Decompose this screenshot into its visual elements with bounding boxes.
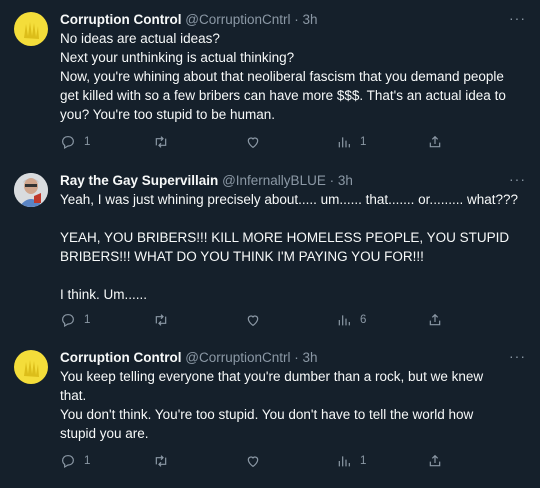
views-button[interactable]: 1 [336,452,366,470]
retweet-button[interactable] [153,311,177,329]
reply-count: 1 [84,136,91,148]
tweet-line: get killed with so a few bribers can hav… [60,88,506,103]
share-icon [429,313,441,326]
author-handle[interactable]: @CorruptionCntrl [185,350,290,365]
tweet-line: BRIBERS!!! WHAT DO YOU THINK I'M PAYING … [60,249,424,264]
tweet-header: Ray the Gay Supervillain @InfernallyBLUE… [60,173,500,189]
avatar-image [24,22,39,39]
more-options-icon[interactable]: ··· [509,348,526,364]
tweet-time[interactable]: · 3h [294,350,317,365]
like-button[interactable] [245,133,269,151]
retweet-icon [155,455,167,467]
tweet-actions: 1 1 [60,452,480,470]
tweet-time[interactable]: · 3h [330,173,353,188]
reply-button[interactable]: 1 [60,452,90,470]
retweet-icon [155,314,167,326]
tweet-line: that. [60,388,87,403]
share-button[interactable] [427,133,443,151]
tweet-time[interactable]: · 3h [294,12,317,27]
retweet-button[interactable] [153,133,177,151]
more-options-icon[interactable]: ··· [509,171,526,187]
avatar-image [24,360,39,377]
author-name[interactable]: Corruption Control [60,350,181,365]
retweet-button[interactable] [153,452,177,470]
tweet-line: stupid you are. [60,426,149,441]
tweet-line: Yeah, I was just whining precisely about… [60,192,518,207]
like-icon [247,315,259,327]
more-options-icon[interactable]: ··· [509,10,526,26]
like-icon [247,137,259,149]
views-icon [338,456,350,467]
share-button[interactable] [427,311,443,329]
reply-button[interactable]: 1 [60,133,90,151]
author-name[interactable]: Ray the Gay Supervillain [60,173,218,188]
tweet-text: You keep telling everyone that you're du… [60,367,526,443]
tweet-line: I think. Um...... [60,287,148,302]
views-count: 1 [360,455,367,467]
tweet-line: No ideas are actual ideas? [60,31,220,46]
avatar[interactable] [14,12,48,46]
share-icon [429,135,441,148]
tweet-line: YEAH, YOU BRIBERS!!! KILL MORE HOMELESS … [60,230,510,245]
reply-count: 1 [84,455,91,467]
share-button[interactable] [427,452,443,470]
views-icon [338,315,350,326]
views-count: 1 [360,136,367,148]
tweet-line: You keep telling everyone that you're du… [60,369,484,384]
retweet-icon [155,136,167,148]
share-icon [429,454,441,467]
tweet-header: Corruption Control @CorruptionCntrl · 3h [60,12,500,28]
avatar-image [14,173,48,207]
author-name[interactable]: Corruption Control [60,12,181,27]
views-button[interactable]: 6 [336,311,366,329]
tweet-header: Corruption Control @CorruptionCntrl · 3h [60,350,500,366]
reply-icon [62,455,74,469]
like-button[interactable] [245,311,269,329]
tweet-line: you? You're too stupid to be human. [60,107,275,122]
avatar[interactable] [14,350,48,384]
author-handle[interactable]: @InfernallyBLUE [222,173,326,188]
views-button[interactable]: 1 [336,133,366,151]
tweet-line: Next your unthinking is actual thinking? [60,50,295,65]
views-icon [338,137,350,148]
author-handle[interactable]: @CorruptionCntrl [185,12,290,27]
tweet-text: No ideas are actual ideas? Next your unt… [60,29,526,124]
tweet-line: You don't think. You're too stupid. You … [60,407,474,422]
reply-icon [62,136,74,150]
tweet-actions: 1 1 [60,133,480,151]
reply-button[interactable]: 1 [60,311,90,329]
avatar[interactable] [14,173,48,207]
reply-icon [62,314,74,328]
like-icon [247,456,259,468]
views-count: 6 [360,314,367,326]
tweet-text: Yeah, I was just whining precisely about… [60,190,526,304]
like-button[interactable] [245,452,269,470]
tweet-actions: 1 6 [60,311,480,329]
reply-count: 1 [84,314,91,326]
tweet-line: Now, you're whining about that neolibera… [60,69,504,84]
